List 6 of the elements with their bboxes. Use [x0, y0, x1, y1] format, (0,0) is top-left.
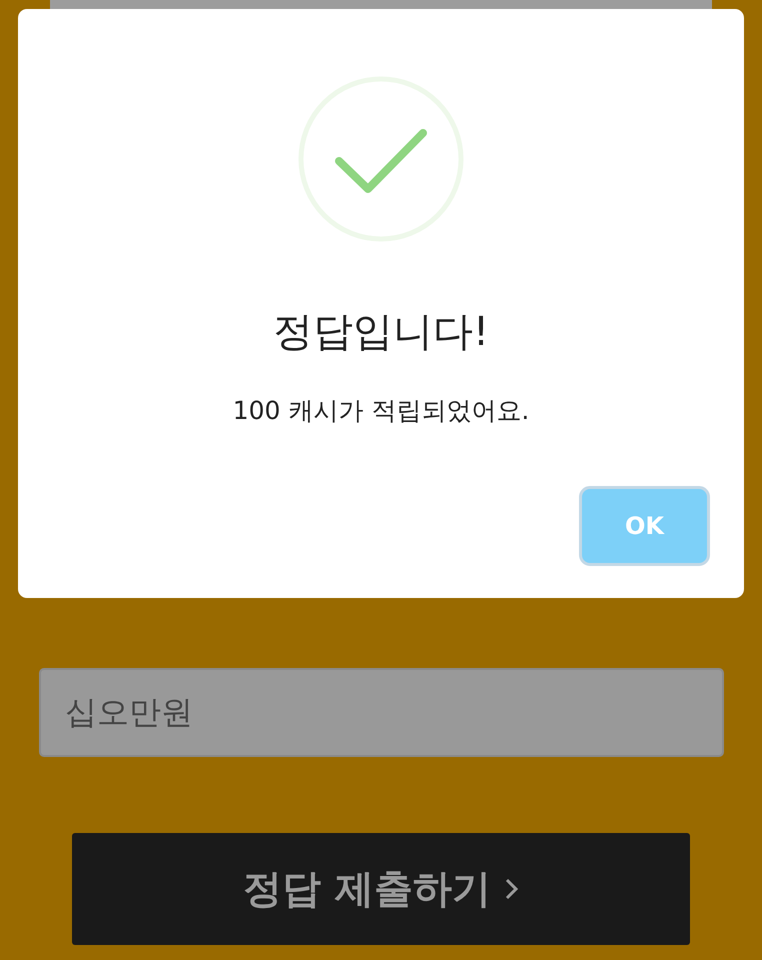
dialog-title: 정답입니다!	[272, 308, 490, 356]
dialog-message: 100 캐시가 적립되었어요.	[232, 396, 530, 426]
answer-input-field[interactable]: 십오만원	[39, 668, 724, 757]
submit-answer-button[interactable]: 정답 제출하기	[72, 833, 690, 945]
check-circle-icon	[298, 76, 464, 242]
chevron-right-icon	[504, 878, 519, 900]
